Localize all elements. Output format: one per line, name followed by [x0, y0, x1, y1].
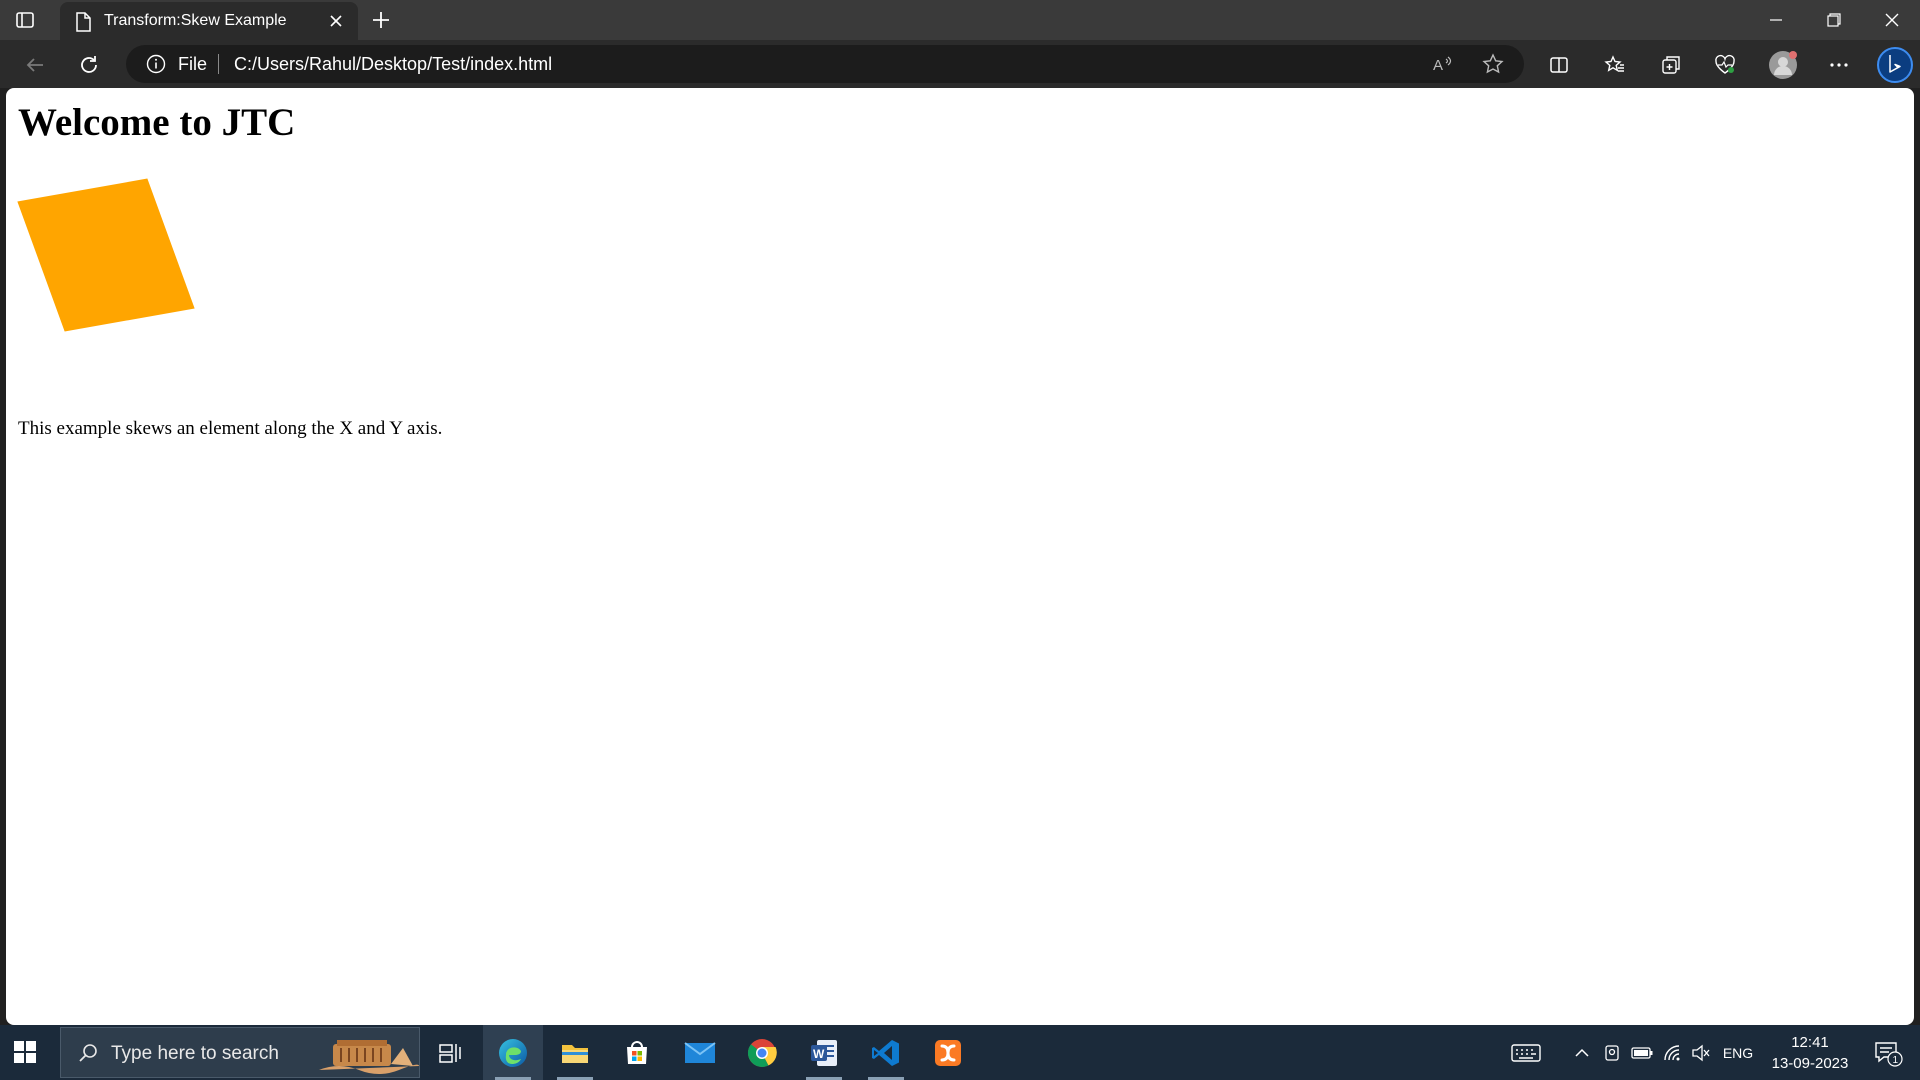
- tab-actions-icon[interactable]: [14, 9, 36, 31]
- tab-bar: Transform:Skew Example: [0, 0, 1920, 40]
- close-window-button[interactable]: [1864, 0, 1920, 40]
- xampp-icon[interactable]: [918, 1025, 978, 1080]
- tab-title: Transform:Skew Example: [104, 12, 287, 29]
- page-viewport: Welcome to JTC This example skews an ele…: [6, 88, 1914, 1025]
- windows-taskbar: Type here to search W ENG 12:41 13-09-20…: [0, 1025, 1920, 1080]
- close-tab-icon[interactable]: [328, 13, 344, 29]
- refresh-button[interactable]: [74, 50, 104, 80]
- address-bar[interactable]: File C:/Users/Rahul/Desktop/Test/index.h…: [126, 45, 1524, 83]
- clock[interactable]: 12:41 13-09-2023: [1760, 1032, 1860, 1074]
- edge-icon[interactable]: [483, 1025, 543, 1080]
- page-heading: Welcome to JTC: [18, 101, 296, 144]
- new-tab-button[interactable]: [370, 9, 392, 31]
- notification-count: 1: [1893, 1055, 1899, 1066]
- wifi-icon[interactable]: [1660, 1025, 1686, 1080]
- search-placeholder: Type here to search: [111, 1043, 279, 1064]
- touch-keyboard-icon[interactable]: [1506, 1025, 1546, 1080]
- clock-date: 13-09-2023: [1771, 1055, 1849, 1072]
- microsoft-store-icon[interactable]: [607, 1025, 667, 1080]
- task-view-icon[interactable]: [420, 1025, 480, 1080]
- search-highlight-icon: [319, 1034, 419, 1074]
- tab-active[interactable]: Transform:Skew Example: [60, 2, 358, 40]
- browser-essentials-icon[interactable]: [1710, 50, 1740, 80]
- url-text[interactable]: C:/Users/Rahul/Desktop/Test/index.html: [234, 54, 552, 75]
- show-hidden-icons-chevron-icon[interactable]: [1570, 1025, 1594, 1080]
- clock-time: 12:41: [1791, 1034, 1829, 1051]
- svg-text:W: W: [813, 1047, 825, 1061]
- back-button[interactable]: [20, 50, 50, 80]
- page-paragraph: This example skews an element along the …: [18, 418, 443, 439]
- document-icon: [74, 12, 92, 32]
- profile-avatar[interactable]: [1768, 50, 1798, 80]
- input-language[interactable]: ENG: [1718, 1025, 1758, 1080]
- split-screen-icon[interactable]: [1544, 50, 1574, 80]
- url-scheme: File: [178, 54, 208, 74]
- svg-text:A: A: [1433, 57, 1443, 74]
- more-options-icon[interactable]: [1824, 50, 1854, 80]
- skewed-box: [17, 178, 195, 332]
- copilot-icon[interactable]: [1876, 46, 1914, 84]
- favorites-icon[interactable]: [1600, 50, 1630, 80]
- word-icon[interactable]: W: [794, 1025, 854, 1080]
- meet-now-icon[interactable]: [1600, 1025, 1624, 1080]
- collections-icon[interactable]: [1656, 50, 1686, 80]
- read-aloud-icon[interactable]: A: [1432, 53, 1454, 75]
- volume-muted-icon[interactable]: [1688, 1025, 1714, 1080]
- minimize-button[interactable]: [1748, 0, 1804, 40]
- battery-icon[interactable]: [1628, 1025, 1656, 1080]
- vscode-icon[interactable]: [856, 1025, 916, 1080]
- restore-button[interactable]: [1806, 0, 1862, 40]
- windows-start-icon[interactable]: [12, 1039, 38, 1065]
- chrome-icon[interactable]: [732, 1025, 792, 1080]
- url-separator: [218, 54, 219, 74]
- search-icon: [77, 1042, 99, 1064]
- mail-icon[interactable]: [670, 1025, 730, 1080]
- info-icon[interactable]: [146, 54, 166, 74]
- favorite-star-icon[interactable]: [1482, 53, 1504, 75]
- notification-center-icon[interactable]: 1: [1866, 1025, 1910, 1080]
- file-explorer-icon[interactable]: [545, 1025, 605, 1080]
- browser-toolbar: File C:/Users/Rahul/Desktop/Test/index.h…: [0, 40, 1920, 88]
- taskbar-search-box[interactable]: Type here to search: [60, 1027, 420, 1078]
